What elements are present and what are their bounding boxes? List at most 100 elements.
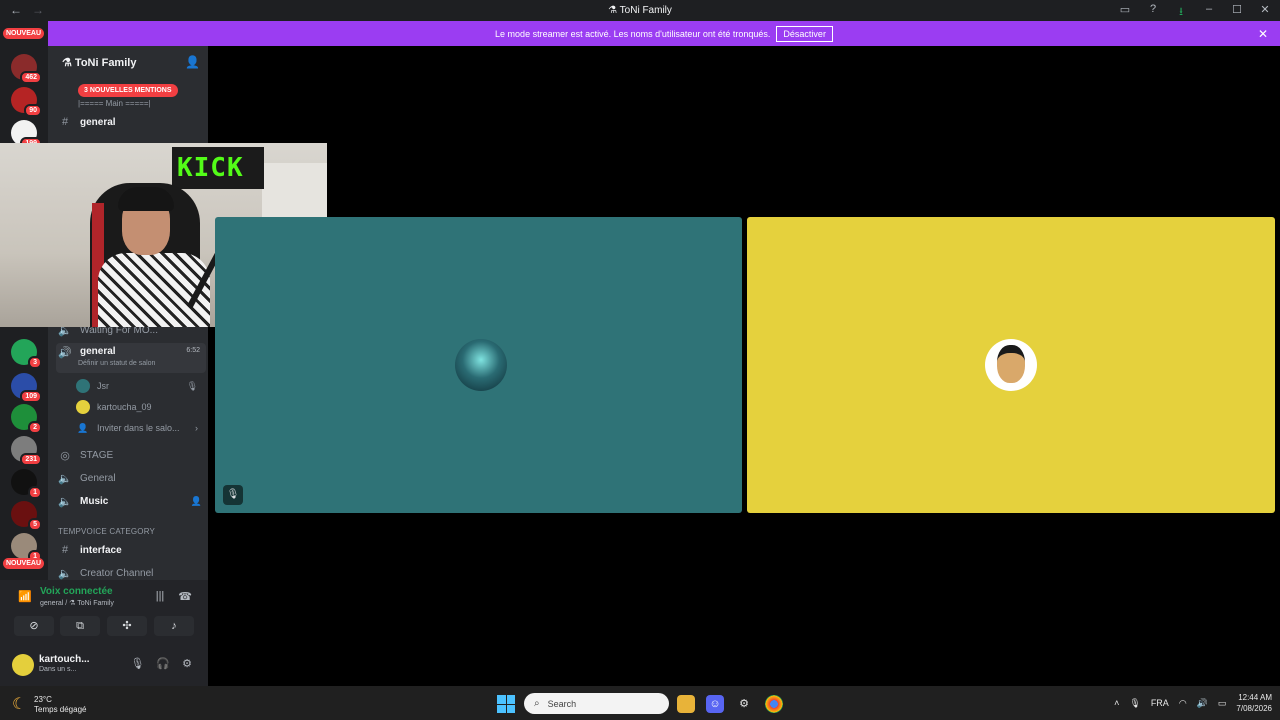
- avatar: [76, 400, 90, 414]
- speaker-icon: 🔈: [58, 567, 72, 580]
- new-pill-bottom[interactable]: NOUVEAU: [3, 558, 45, 569]
- windows-start-icon[interactable]: [497, 695, 515, 713]
- new-pill-top[interactable]: NOUVEAU: [3, 28, 45, 39]
- disable-streamer-button[interactable]: Désactiver: [776, 25, 833, 42]
- channel-label: Music: [80, 495, 109, 507]
- server-icon[interactable]: 231: [11, 436, 42, 466]
- disconnect-icon[interactable]: ☎: [178, 590, 192, 603]
- avatar[interactable]: [12, 654, 34, 676]
- channel-status-hint[interactable]: Définir un statut de salon: [78, 360, 155, 367]
- microphone-icon[interactable]: 🎙: [130, 657, 144, 670]
- channel-general-voice[interactable]: 🔊 general 6:52 Définir un statut de salo…: [56, 343, 206, 373]
- chevron-right-icon: ›: [195, 423, 198, 433]
- inbox-icon[interactable]: ▭: [1118, 3, 1132, 22]
- streamer-body: [98, 253, 210, 327]
- server-icon[interactable]: 1: [11, 469, 42, 499]
- mention-badge: 3: [28, 356, 42, 369]
- channel-label: Creator Channel: [80, 567, 154, 579]
- invite-icon: 👤: [77, 422, 89, 433]
- camera-off-button[interactable]: ⊘: [14, 616, 54, 636]
- voice-location[interactable]: general / ⚗ ToNi Family: [40, 599, 114, 607]
- voice-controls: ||| ☎: [156, 590, 192, 603]
- server-icon[interactable]: 90: [11, 87, 42, 117]
- help-icon[interactable]: ?: [1146, 3, 1160, 22]
- search-icon: ⌕: [534, 698, 540, 709]
- main-separator: |===== Main =====|: [78, 99, 151, 108]
- channel-stage[interactable]: ◎ STAGE: [56, 445, 206, 465]
- streamer-mode-banner: Le mode streamer est activé. Les noms d'…: [48, 21, 1280, 46]
- speaker-icon: 🔈: [58, 472, 72, 485]
- battery-icon[interactable]: ▭: [1218, 698, 1227, 709]
- mention-badge: 1: [28, 486, 42, 499]
- download-icon[interactable]: ⭳: [1174, 3, 1188, 22]
- avatar: [455, 339, 507, 391]
- discord-icon[interactable]: ☺: [706, 695, 724, 713]
- volume-icon[interactable]: 🔊: [1197, 698, 1208, 709]
- gear-icon[interactable]: ⚙: [182, 657, 192, 670]
- mention-badge: 90: [24, 104, 42, 117]
- server-icon[interactable]: 462: [11, 54, 42, 84]
- channel-label: General: [80, 472, 116, 484]
- muted-icon: 🎙: [186, 380, 198, 391]
- user-name[interactable]: kartouch...: [39, 654, 90, 665]
- speaker-icon: 🔈: [58, 495, 72, 508]
- voice-status[interactable]: Voix connectée: [40, 586, 113, 597]
- new-mentions-pill[interactable]: 3 NOUVELLES MENTIONS: [78, 84, 178, 97]
- language-indicator[interactable]: FRA: [1151, 698, 1169, 708]
- add-user-icon[interactable]: 👤: [191, 496, 202, 507]
- server-icon[interactable]: 2: [11, 404, 42, 434]
- participant-tile-jsr[interactable]: 🎙: [215, 217, 742, 513]
- avatar-face: [997, 345, 1025, 383]
- channel-label: STAGE: [80, 449, 114, 461]
- soundboard-button[interactable]: ♪: [154, 616, 194, 636]
- chrome-icon[interactable]: [765, 695, 783, 713]
- channel-general-text[interactable]: # general: [56, 112, 206, 132]
- streamer-hair: [118, 187, 174, 211]
- headphones-icon[interactable]: 🎧: [156, 657, 170, 670]
- participant-tile-kartoucha[interactable]: [747, 217, 1275, 513]
- server-icon[interactable]: 3: [11, 339, 42, 369]
- microphone-icon[interactable]: 🎙: [1129, 698, 1140, 709]
- server-icon[interactable]: 1: [11, 533, 42, 563]
- activities-button[interactable]: ✣: [107, 616, 147, 636]
- chevron-up-icon[interactable]: ˄: [1114, 698, 1119, 708]
- file-explorer-icon[interactable]: [677, 695, 695, 713]
- server-icon[interactable]: 109: [11, 373, 42, 403]
- user-controls: 🎙 🎧 ⚙: [130, 657, 192, 670]
- hash-icon: #: [61, 116, 69, 128]
- weather-temp: 23°C: [34, 695, 52, 704]
- close-banner-icon[interactable]: ✕: [1258, 27, 1268, 41]
- noise-suppression-icon[interactable]: |||: [156, 590, 165, 603]
- channel-interface[interactable]: # interface: [56, 540, 206, 560]
- app-icon[interactable]: ⚙: [735, 695, 753, 713]
- mention-badge: 109: [20, 390, 42, 403]
- channel-general-2[interactable]: 🔈 General: [56, 468, 206, 488]
- channel-label: interface: [80, 544, 122, 556]
- add-member-icon[interactable]: 👤: [185, 55, 200, 69]
- kick-sign: KICK: [172, 147, 264, 189]
- moon-icon: ☾: [12, 696, 27, 713]
- minimize-button[interactable]: –: [1202, 3, 1216, 22]
- server-header[interactable]: ⚗ ToNi Family 👤: [48, 46, 208, 78]
- invite-to-channel[interactable]: 👤 Inviter dans le salo... ›: [76, 418, 206, 438]
- category-header[interactable]: TEMPVOICE CATEGORY: [58, 527, 155, 536]
- voice-panel: 📶 Voix connectée general / ⚗ ToNi Family…: [0, 580, 208, 686]
- voice-user[interactable]: kartoucha_09: [76, 397, 206, 417]
- channel-label: general: [80, 116, 116, 128]
- channel-music[interactable]: 🔈 Music 👤: [56, 491, 206, 511]
- voice-user[interactable]: Jsr 🎙: [76, 376, 206, 396]
- stage-icon: ◎: [60, 449, 70, 462]
- close-window-button[interactable]: ✕: [1258, 3, 1272, 22]
- screen-share-button[interactable]: ⧉: [60, 616, 100, 636]
- weather-desc: Temps dégagé: [34, 705, 87, 714]
- speaker-icon: 🔊: [58, 347, 72, 359]
- taskbar-search[interactable]: ⌕ Search: [524, 693, 669, 714]
- avatar: [76, 379, 90, 393]
- user-area: kartouch... Dans un s... 🎙 🎧 ⚙: [12, 652, 202, 680]
- maximize-button[interactable]: ☐: [1230, 3, 1244, 22]
- server-name: ⚗ ToNi Family: [62, 57, 137, 69]
- server-icon[interactable]: 5: [11, 501, 42, 531]
- window-controls: ▭ ? ⭳ – ☐ ✕: [1118, 3, 1272, 22]
- clock[interactable]: 12:44 AM 7/08/2026: [1236, 692, 1272, 714]
- wifi-icon[interactable]: ◠: [1179, 698, 1187, 709]
